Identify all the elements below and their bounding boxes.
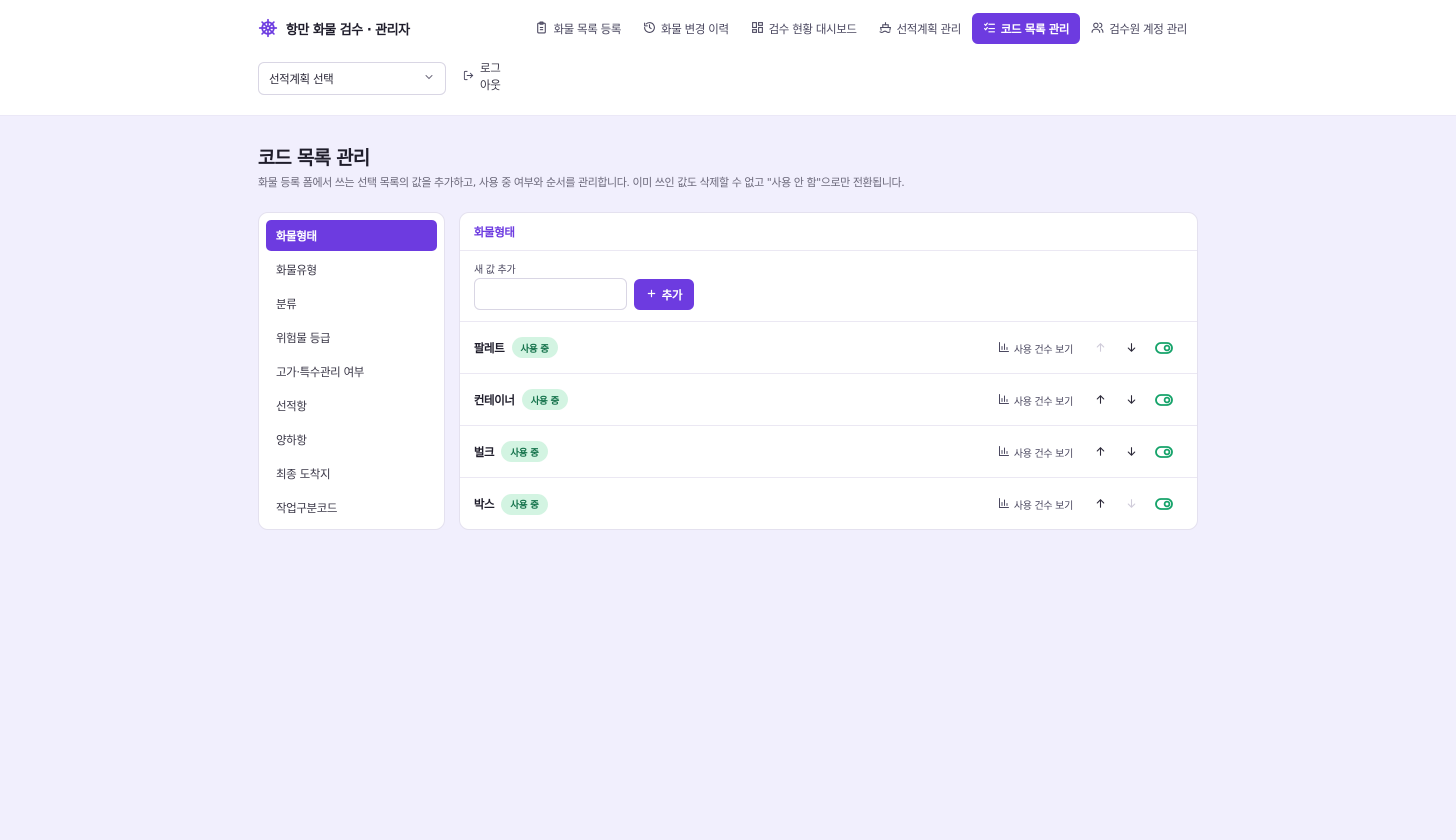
logout-label: 로그아웃 (480, 61, 501, 92)
category-item-cargo-form[interactable]: 화물형태 (266, 220, 437, 251)
code-value-row: 박스 사용 중 사용 건수 보기 (460, 478, 1197, 529)
code-values-panel: 화물형태 새 값 추가 추가 팔레트 사용 중 사용 건수 보기 컨테이너 사용… (459, 212, 1198, 530)
main-nav: 화물 목록 등록 화물 변경 이력 검수 현황 대시보드 선적계획 관리 코드 … (524, 13, 1198, 44)
plan-select-value: 선적계획 선택 (269, 71, 334, 86)
logout-button[interactable]: 로그아웃 (463, 60, 504, 94)
category-item-special-handling[interactable]: 고가·특수관리 여부 (266, 356, 437, 387)
add-value-label: 새 값 추가 (474, 265, 516, 276)
code-value-name: 박스 (474, 497, 495, 511)
category-item-loading-port[interactable]: 선적항 (266, 390, 437, 421)
status-badge: 사용 중 (521, 389, 569, 410)
category-item-unloading-port[interactable]: 양하항 (266, 424, 437, 455)
nav-item-shipping-plan[interactable]: 선적계획 관리 (868, 13, 972, 44)
nav-item-label: 화물 목록 등록 (553, 21, 622, 36)
arrow-down-icon (1125, 391, 1138, 410)
active-toggle[interactable] (1148, 333, 1179, 364)
view-usage-label: 사용 건수 보기 (1013, 448, 1073, 460)
status-badge: 사용 중 (511, 337, 558, 358)
ship-icon (879, 21, 892, 37)
toggle-on-icon (1154, 495, 1173, 514)
active-toggle[interactable] (1148, 385, 1179, 416)
category-item-final-destination[interactable]: 최종 도착지 (266, 458, 437, 489)
nav-item-change-history[interactable]: 화물 변경 이력 (632, 13, 740, 44)
view-usage-button[interactable]: 사용 건수 보기 (998, 393, 1073, 408)
ship-wheel-icon (258, 18, 278, 38)
arrow-down-icon (1125, 495, 1138, 514)
move-up-button[interactable] (1085, 385, 1116, 416)
status-badge: 사용 중 (501, 493, 548, 515)
move-down-button[interactable] (1116, 489, 1147, 520)
new-value-input[interactable] (474, 278, 627, 310)
view-usage-label: 사용 건수 보기 (1013, 500, 1073, 512)
move-up-button[interactable] (1085, 489, 1116, 520)
category-item-cargo-type[interactable]: 화물유형 (266, 254, 437, 285)
view-usage-label: 사용 건수 보기 (1013, 396, 1073, 408)
move-down-button[interactable] (1116, 385, 1147, 416)
status-badge: 사용 중 (501, 441, 548, 462)
clipboard-icon (535, 21, 548, 37)
category-list: 화물형태 화물유형 분류 위험물 등급 고가·특수관리 여부 선적항 양하항 최… (258, 212, 445, 530)
code-value-name: 벌크 (474, 444, 495, 459)
arrow-up-icon (1094, 495, 1107, 514)
toggle-on-icon (1154, 339, 1173, 358)
toggle-on-icon (1154, 443, 1173, 462)
checklist-icon (983, 21, 996, 37)
nav-item-label: 코드 목록 관리 (1000, 21, 1070, 36)
nav-item-label: 선적계획 관리 (896, 21, 962, 36)
active-toggle[interactable] (1148, 437, 1179, 468)
top-header: 항만 화물 검수 · 관리자 화물 목록 등록 화물 변경 이력 검수 현황 대… (0, 0, 1456, 116)
view-usage-button[interactable]: 사용 건수 보기 (998, 341, 1073, 356)
add-button-label: 추가 (661, 287, 683, 302)
page-title: 코드 목록 관리 (258, 147, 371, 169)
category-item-hazard-grade[interactable]: 위험물 등급 (266, 322, 437, 353)
nav-item-label: 화물 변경 이력 (661, 21, 729, 36)
view-usage-button[interactable]: 사용 건수 보기 (998, 497, 1073, 512)
toggle-on-icon (1154, 391, 1173, 410)
logout-icon (463, 60, 474, 86)
brand[interactable]: 항만 화물 검수 · 관리자 (258, 16, 410, 40)
move-up-button[interactable] (1085, 333, 1116, 364)
move-down-button[interactable] (1116, 333, 1147, 364)
shipping-plan-select[interactable]: 선적계획 선택 (258, 62, 446, 95)
code-value-name: 팔레트 (474, 340, 505, 355)
code-value-row: 벌크 사용 중 사용 건수 보기 (460, 426, 1197, 478)
active-toggle[interactable] (1148, 489, 1179, 520)
page-description: 화물 등록 폼에서 쓰는 선택 목록의 값을 추가하고, 사용 중 여부와 순서… (258, 176, 905, 189)
nav-item-dashboard[interactable]: 검수 현황 대시보드 (740, 13, 868, 44)
add-button[interactable]: 추가 (634, 279, 694, 310)
users-icon (1091, 21, 1104, 37)
view-usage-button[interactable]: 사용 건수 보기 (998, 445, 1073, 460)
arrow-up-icon (1094, 339, 1107, 358)
panel-title: 화물형태 (460, 213, 1197, 251)
bar-chart-icon (998, 497, 1010, 512)
category-item-work-code[interactable]: 작업구분코드 (266, 492, 437, 523)
code-value-row: 컨테이너 사용 중 사용 건수 보기 (460, 374, 1197, 426)
history-icon (643, 21, 656, 37)
move-up-button[interactable] (1085, 437, 1116, 468)
code-value-name: 컨테이너 (474, 392, 515, 407)
nav-item-code-list[interactable]: 코드 목록 관리 (971, 13, 1081, 44)
arrow-up-icon (1094, 391, 1107, 410)
plus-icon (646, 288, 657, 302)
nav-item-cargo-register[interactable]: 화물 목록 등록 (524, 13, 632, 44)
bar-chart-icon (998, 341, 1010, 356)
nav-item-label: 검수 현황 대시보드 (768, 21, 857, 36)
nav-item-label: 검수원 계정 관리 (1109, 21, 1187, 36)
arrow-down-icon (1125, 443, 1138, 462)
bar-chart-icon (998, 393, 1010, 408)
category-item-classification[interactable]: 분류 (266, 288, 437, 319)
bar-chart-icon (998, 445, 1010, 460)
nav-item-inspector-accounts[interactable]: 검수원 계정 관리 (1080, 13, 1198, 44)
view-usage-label: 사용 건수 보기 (1013, 344, 1073, 356)
add-value-area: 새 값 추가 추가 (460, 251, 1197, 322)
move-down-button[interactable] (1116, 437, 1147, 468)
app-title: 항만 화물 검수 · 관리자 (286, 22, 410, 38)
chevron-down-icon (423, 71, 435, 86)
arrow-down-icon (1125, 339, 1138, 358)
dashboard-icon (751, 21, 764, 37)
arrow-up-icon (1094, 443, 1107, 462)
code-value-row: 팔레트 사용 중 사용 건수 보기 (460, 322, 1197, 374)
